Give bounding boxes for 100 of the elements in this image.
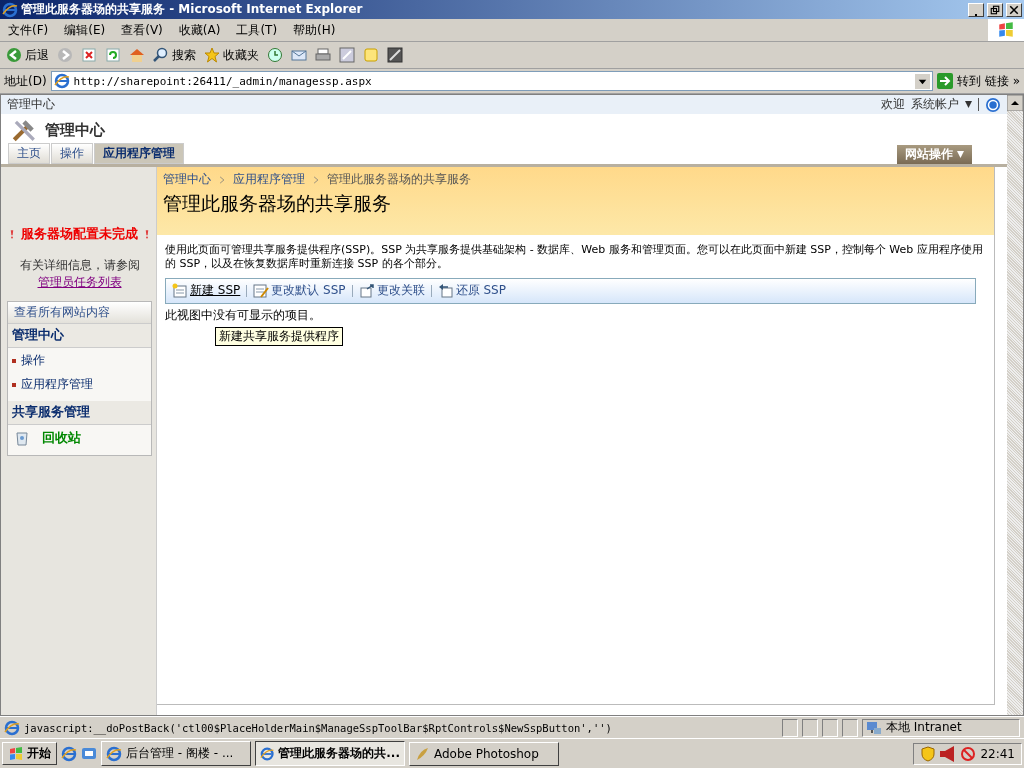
status-text: javascript:__doPostBack('ctl00$PlaceHolderMain$ManageSspToolBar$RptControls$NewSspButton','') xyxy=(24,721,613,734)
stop-button[interactable] xyxy=(79,45,99,65)
windows-flag-icon xyxy=(988,19,1024,41)
favorites-icon xyxy=(204,47,220,63)
link-page-icon xyxy=(358,282,375,299)
close-icon xyxy=(1008,3,1020,16)
breadcrumb-link[interactable]: 应用程序管理 xyxy=(233,171,305,188)
clock: 22:41 xyxy=(980,746,1015,761)
note-icon xyxy=(363,47,379,63)
restore-icon xyxy=(989,3,1001,16)
chevron-icon xyxy=(311,173,321,186)
trash-icon xyxy=(14,430,30,446)
speaker-icon xyxy=(940,745,957,762)
menu-item[interactable]: 帮助(H) xyxy=(285,21,344,39)
home-icon xyxy=(129,47,145,63)
arrow-icon xyxy=(936,73,953,89)
search-button[interactable]: 搜索 xyxy=(151,44,198,66)
dropdown-icon xyxy=(914,73,930,89)
back-button[interactable]: 后退 xyxy=(4,44,51,66)
zone-indicator: 本地 Intranet xyxy=(862,718,1020,737)
nav-tab[interactable]: 应用程序管理 xyxy=(94,143,184,164)
refresh-button[interactable] xyxy=(103,45,123,65)
toolbar-action[interactable]: 更改关联 xyxy=(358,282,425,300)
site-actions-menu[interactable]: 网站操作 xyxy=(896,145,972,164)
taskbar-button[interactable]: Adobe Photoshop xyxy=(409,741,559,766)
favorites-button[interactable]: 收藏夹 xyxy=(202,44,261,66)
nav-tab[interactable]: 主页 xyxy=(8,143,50,164)
menu-item[interactable]: 工具(T) xyxy=(228,21,286,39)
chevron-icon xyxy=(217,173,227,186)
network-icon xyxy=(866,719,882,736)
browser-icon xyxy=(260,745,275,762)
edit-list-icon xyxy=(253,282,270,299)
bullet-icon xyxy=(12,358,16,363)
desktop-icon xyxy=(81,745,97,762)
menu-item[interactable]: 查看(V) xyxy=(113,21,171,39)
edit-icon xyxy=(339,47,355,63)
menu-item[interactable]: 文件(F) xyxy=(0,21,57,39)
edit-button[interactable] xyxy=(337,45,357,65)
back-icon xyxy=(6,47,22,63)
print-icon xyxy=(315,47,331,63)
shield-icon xyxy=(920,745,937,762)
minimize-icon xyxy=(973,13,979,16)
links-button[interactable]: 链接 xyxy=(984,72,1009,90)
address-label: 地址(D) xyxy=(4,72,47,90)
new-page-icon xyxy=(172,282,188,299)
nav-heading[interactable]: 管理中心 xyxy=(8,324,151,348)
welcome-text: 欢迎 xyxy=(881,96,905,113)
windows-flag-icon xyxy=(8,745,24,762)
more-button[interactable]: » xyxy=(1012,74,1020,88)
status-pane xyxy=(782,718,798,737)
minimize-button[interactable] xyxy=(968,2,984,17)
status-pane xyxy=(802,718,818,737)
messenger-icon xyxy=(387,47,403,63)
feather-icon xyxy=(414,745,430,762)
history-button[interactable] xyxy=(265,45,285,65)
warning-text: 服务器场配置未完成 xyxy=(20,225,139,243)
blocked-icon xyxy=(960,745,977,762)
nav-tab[interactable]: 操作 xyxy=(51,143,93,164)
toolbar-action[interactable]: 新建 SSP xyxy=(172,282,241,300)
site-link[interactable]: 管理中心 xyxy=(7,96,55,113)
start-button[interactable]: 开始 xyxy=(2,742,57,765)
bullet-icon xyxy=(12,382,16,387)
tooltip: 新建共享服务提供程序 xyxy=(215,326,343,346)
description-text: 使用此页面可管理共享服务提供程序(SSP)。SSP 为共享服务提供基础架构 - 数据库、Web 服务和管理页面。您可以在此页面中新建 SSP，控制每个 Web 应用程序使用的 SSP，以及在恢复数据库时重新连接 SSP 的各个部分。 xyxy=(164,242,984,273)
history-icon xyxy=(267,47,283,63)
address-field[interactable]: http://sharepoint:26411/_admin/managessp.aspx xyxy=(50,71,933,91)
forward-icon xyxy=(57,47,73,63)
refresh-icon xyxy=(105,47,121,63)
messenger-button[interactable] xyxy=(385,45,405,65)
empty-message: 此视图中没有可显示的项目。 xyxy=(164,306,322,324)
close-button[interactable] xyxy=(1006,2,1022,17)
view-all-link[interactable]: 查看所有网站内容 xyxy=(8,302,151,324)
status-pane xyxy=(842,718,858,737)
restore-button[interactable] xyxy=(987,2,1003,17)
status-pane xyxy=(822,718,838,737)
nav-link[interactable]: 应用程序管理 xyxy=(21,376,93,393)
caret-icon xyxy=(957,151,964,158)
menu-item[interactable]: 编辑(E) xyxy=(56,21,114,39)
recycle-bin-link[interactable]: 回收站 xyxy=(42,429,81,447)
user-menu[interactable]: 系统帐户 xyxy=(911,96,959,113)
site-title: 管理中心 xyxy=(45,120,105,140)
window-title: 管理此服务器场的共享服务 - Microsoft Internet Explorer xyxy=(21,1,364,18)
toolbar-action[interactable]: 还原 SSP xyxy=(437,282,506,300)
undo-icon xyxy=(437,282,454,299)
help-icon xyxy=(985,96,1001,113)
task-list-link[interactable]: 管理员任务列表 xyxy=(37,275,122,289)
nav-heading[interactable]: 共享服务管理 xyxy=(8,401,151,425)
info-text: 有关详细信息，请参阅 管理员任务列表 xyxy=(18,257,141,291)
breadcrumb-link[interactable]: 管理中心 xyxy=(163,171,211,188)
taskbar-button[interactable]: 后台管理 - 阁楼 - ... xyxy=(101,741,251,766)
browser-icon xyxy=(106,745,122,762)
toolbar-action[interactable]: 更改默认 SSP xyxy=(253,282,346,300)
menu-item[interactable]: 收藏(A) xyxy=(170,21,229,39)
mail-icon xyxy=(291,47,307,63)
go-button[interactable]: 转到 xyxy=(936,72,981,90)
search-icon xyxy=(153,47,169,63)
page-icon xyxy=(4,719,20,736)
taskbar-button[interactable]: 管理此服务器场的共... xyxy=(255,741,405,766)
nav-link[interactable]: 操作 xyxy=(21,352,45,369)
browser-icon xyxy=(61,745,77,762)
